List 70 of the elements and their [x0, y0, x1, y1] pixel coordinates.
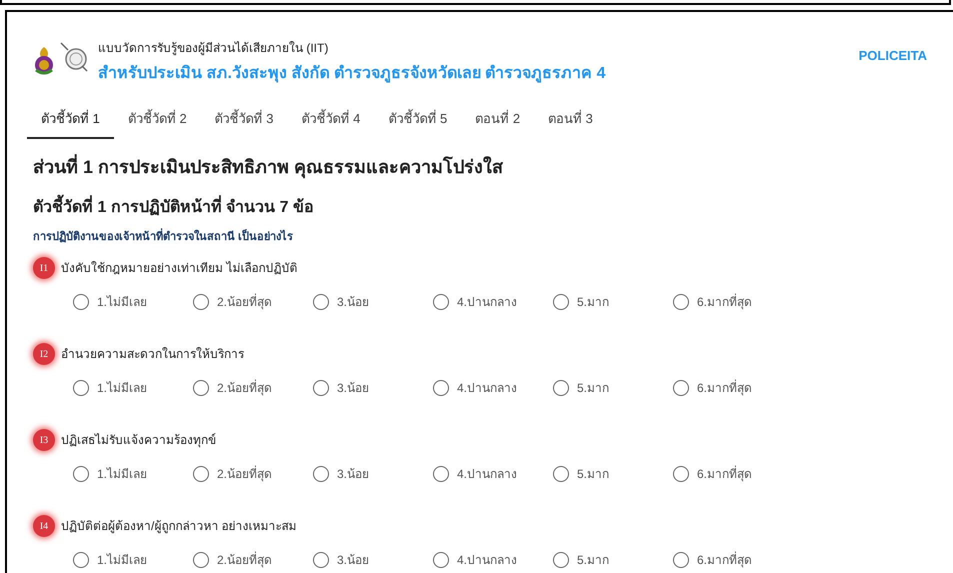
- option-label: 3.น้อย: [337, 380, 370, 397]
- radio-option[interactable]: 6.มากที่สุด: [673, 379, 793, 397]
- option-label: 6.มากที่สุด: [697, 551, 752, 569]
- radio-option[interactable]: 4.ปานกลาง: [433, 293, 553, 311]
- radio-option[interactable]: 6.มากที่สุด: [673, 551, 793, 569]
- radio-option[interactable]: 6.มากที่สุด: [673, 465, 793, 483]
- radio-option[interactable]: 5.มาก: [553, 379, 673, 397]
- radio-option[interactable]: 1.ไม่มีเลย: [73, 293, 193, 311]
- question-badge: I4: [33, 515, 55, 537]
- option-label: 4.ปานกลาง: [457, 380, 518, 397]
- form-title: สำหรับประเมิน สภ.วังสะพุง สังกัด ตำรวจภูธรจังหวัดเลย ตำรวจภูธรภาค 4: [98, 64, 606, 85]
- tab[interactable]: ตอนที่ 2: [461, 101, 534, 139]
- section-title: ส่วนที่ 1 การประเมินประสิทธิภาพ คุณธรรมและความโปร่งใส: [33, 153, 927, 181]
- radio-option[interactable]: 3.น้อย: [313, 379, 433, 397]
- option-label: 4.ปานกลาง: [457, 294, 518, 311]
- option-label: 4.ปานกลาง: [457, 466, 518, 483]
- radio-option[interactable]: 4.ปานกลาง: [433, 551, 553, 569]
- radio-option[interactable]: 5.มาก: [553, 465, 673, 483]
- radio-option[interactable]: 5.มาก: [553, 551, 673, 569]
- option-label: 3.น้อย: [337, 552, 370, 569]
- option-label: 2.น้อยที่สุด: [217, 379, 272, 397]
- question-badge: I3: [33, 429, 55, 451]
- seal-icon: [60, 42, 88, 72]
- tab[interactable]: ตัวชี้วัดที่ 2: [114, 101, 201, 139]
- radio-option[interactable]: 2.น้อยที่สุด: [193, 551, 313, 569]
- radio-option[interactable]: 1.ไม่มีเลย: [73, 551, 193, 569]
- radio-option[interactable]: 5.มาก: [553, 293, 673, 311]
- question-text: ปฏิเสธไม่รับแจ้งความร้องทุกข์: [61, 432, 216, 449]
- radio-option[interactable]: 3.น้อย: [313, 465, 433, 483]
- radio-option[interactable]: 4.ปานกลาง: [433, 379, 553, 397]
- question-text: บังคับใช้กฎหมายอย่างเท่าเทียม ไม่เลือกปฏิบัติ: [61, 260, 298, 277]
- radio-option[interactable]: 3.น้อย: [313, 551, 433, 569]
- tab[interactable]: ตัวชี้วัดที่ 1: [27, 101, 114, 139]
- radio-option[interactable]: 1.ไม่มีเลย: [73, 379, 193, 397]
- option-label: 2.น้อยที่สุด: [217, 551, 272, 569]
- radio-option[interactable]: 3.น้อย: [313, 293, 433, 311]
- option-label: 2.น้อยที่สุด: [217, 465, 272, 483]
- question-prompt: การปฏิบัติงานของเจ้าหน้าที่ตำรวจในสถานี เป็นอย่างไร: [33, 227, 927, 247]
- option-label: 3.น้อย: [337, 466, 370, 483]
- option-label: 6.มากที่สุด: [697, 465, 752, 483]
- option-label: 1.ไม่มีเลย: [97, 552, 148, 569]
- option-label: 4.ปานกลาง: [457, 552, 518, 569]
- radio-option[interactable]: 1.ไม่มีเลย: [73, 465, 193, 483]
- option-label: 1.ไม่มีเลย: [97, 466, 148, 483]
- radio-option[interactable]: 2.น้อยที่สุด: [193, 293, 313, 311]
- option-label: 3.น้อย: [337, 294, 370, 311]
- radio-option[interactable]: 4.ปานกลาง: [433, 465, 553, 483]
- question-text: ปฏิบัติต่อผู้ต้องหา/ผู้ถูกกล่าวหา อย่างเหมาะสม: [61, 518, 297, 535]
- indicator-title: ตัวชี้วัดที่ 1 การปฏิบัติหน้าที่ จำนวน 7 ข้อ: [33, 195, 927, 221]
- question-text: อำนวยความสะดวกในการให้บริการ: [61, 346, 244, 363]
- form-subtitle: แบบวัดการรับรู้ของผู้มีส่วนได้เสียภายใน (IIT): [98, 40, 330, 58]
- option-label: 1.ไม่มีเลย: [97, 380, 148, 397]
- option-label: 1.ไม่มีเลย: [97, 294, 148, 311]
- tab[interactable]: ตัวชี้วัดที่ 3: [200, 101, 288, 139]
- option-label: 5.มาก: [577, 552, 610, 569]
- option-label: 6.มากที่สุด: [697, 293, 752, 311]
- police-emblem-icon: [33, 46, 55, 76]
- tab[interactable]: ตอนที่ 3: [534, 101, 607, 139]
- radio-option[interactable]: 2.น้อยที่สุด: [193, 465, 313, 483]
- option-label: 6.มากที่สุด: [697, 379, 752, 397]
- option-label: 5.มาก: [577, 294, 610, 311]
- radio-option[interactable]: 6.มากที่สุด: [673, 293, 793, 311]
- question-badge: I1: [33, 257, 55, 279]
- option-label: 5.มาก: [577, 380, 610, 397]
- tab[interactable]: ตัวชี้วัดที่ 5: [374, 101, 462, 139]
- radio-option[interactable]: 2.น้อยที่สุด: [193, 379, 313, 397]
- option-label: 2.น้อยที่สุด: [217, 293, 272, 311]
- question-badge: I2: [33, 343, 55, 365]
- option-label: 5.มาก: [577, 466, 610, 483]
- tab[interactable]: ตัวชี้วัดที่ 4: [288, 101, 374, 139]
